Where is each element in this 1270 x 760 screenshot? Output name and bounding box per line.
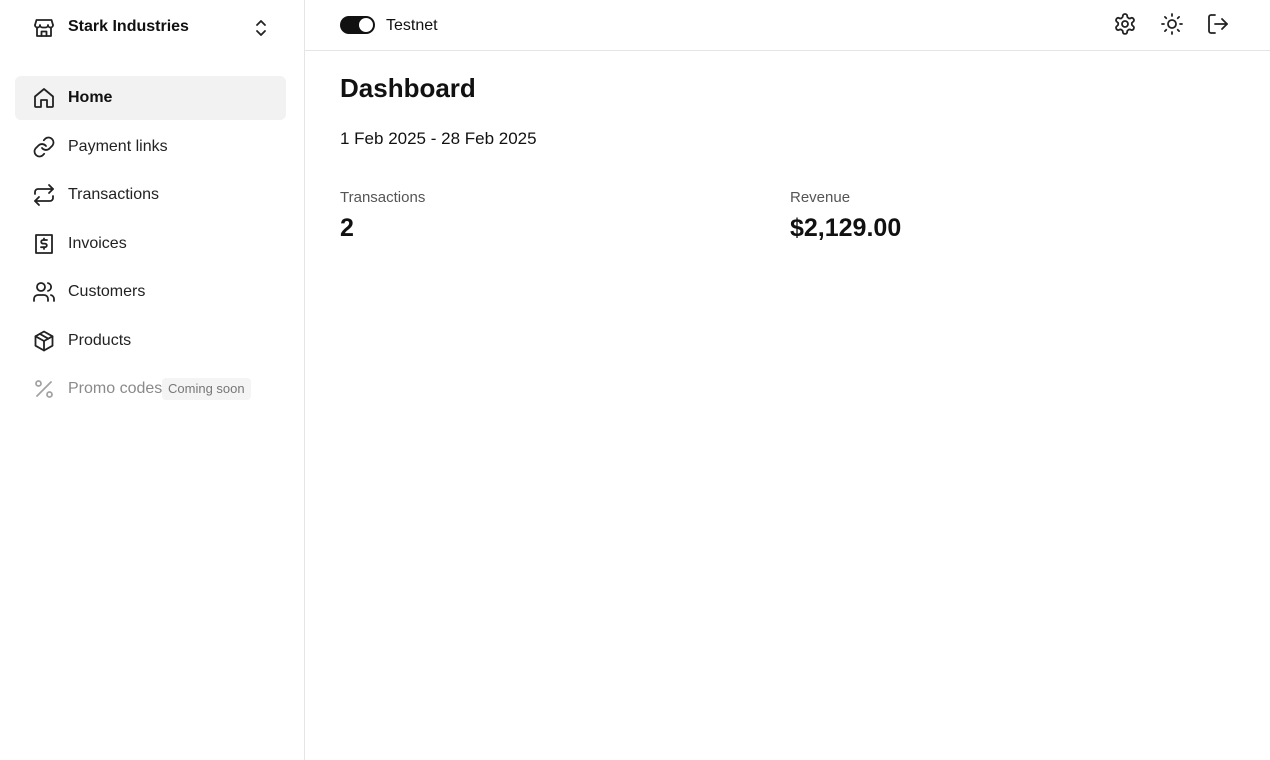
repeat-icon: [34, 184, 54, 206]
store-icon: [34, 19, 54, 37]
stat-label: Transactions: [340, 189, 426, 206]
sidebar-item-label: Products: [68, 331, 132, 349]
stat-label: Revenue: [790, 189, 851, 206]
sidebar-item-products[interactable]: Products: [15, 319, 286, 363]
org-switcher[interactable]: Stark Industries: [15, 6, 286, 50]
sidebar-item-label: Promo codes: [68, 380, 163, 397]
sidebar-item-invoices[interactable]: Invoices: [15, 222, 286, 266]
testnet-toggle[interactable]: [340, 16, 375, 34]
page-title: Dashboard: [340, 73, 476, 103]
org-name: Stark Industries: [68, 18, 189, 35]
top-bar: Testnet: [305, 0, 1270, 51]
percent-icon: [35, 380, 53, 398]
chevron-up-down-icon: [256, 20, 266, 36]
sidebar-item-transactions[interactable]: Transactions: [15, 173, 286, 217]
sidebar-item-home[interactable]: Home: [15, 76, 286, 120]
sun-icon[interactable]: [1160, 12, 1184, 36]
users-icon: [33, 282, 55, 302]
receipt-icon: [35, 233, 53, 254]
stat-revenue: Revenue $2,129.00: [790, 189, 901, 243]
sidebar: Stark Industries Home Payment links Tran…: [0, 0, 305, 760]
sidebar-item-label: Home: [68, 89, 113, 106]
package-icon: [34, 330, 54, 351]
date-range: 1 Feb 2025 - 28 Feb 2025: [340, 129, 537, 148]
testnet-label: Testnet: [386, 17, 438, 34]
sidebar-item-label: Payment links: [68, 137, 168, 155]
stat-value: $2,129.00: [790, 214, 902, 242]
stat-transactions: Transactions 2: [340, 189, 425, 243]
link-icon: [33, 136, 55, 157]
sidebar-item-customers[interactable]: Customers: [15, 270, 286, 314]
toggle-knob: [359, 18, 373, 32]
home-icon: [34, 88, 54, 108]
stat-value: 2: [340, 214, 354, 242]
sidebar-nav: Home Payment links Transactions Invoices…: [15, 76, 286, 416]
sidebar-item-promo-codes: Promo codes Coming soon: [15, 367, 286, 411]
coming-soon-badge: Coming soon: [162, 378, 251, 400]
sidebar-item-payment-links[interactable]: Payment links: [15, 125, 286, 169]
sidebar-item-label: Transactions: [68, 186, 159, 203]
sidebar-item-label: Customers: [68, 283, 146, 300]
sidebar-item-label: Invoices: [68, 234, 127, 252]
logout-icon[interactable]: [1206, 12, 1230, 36]
settings-icon[interactable]: [1113, 12, 1137, 36]
